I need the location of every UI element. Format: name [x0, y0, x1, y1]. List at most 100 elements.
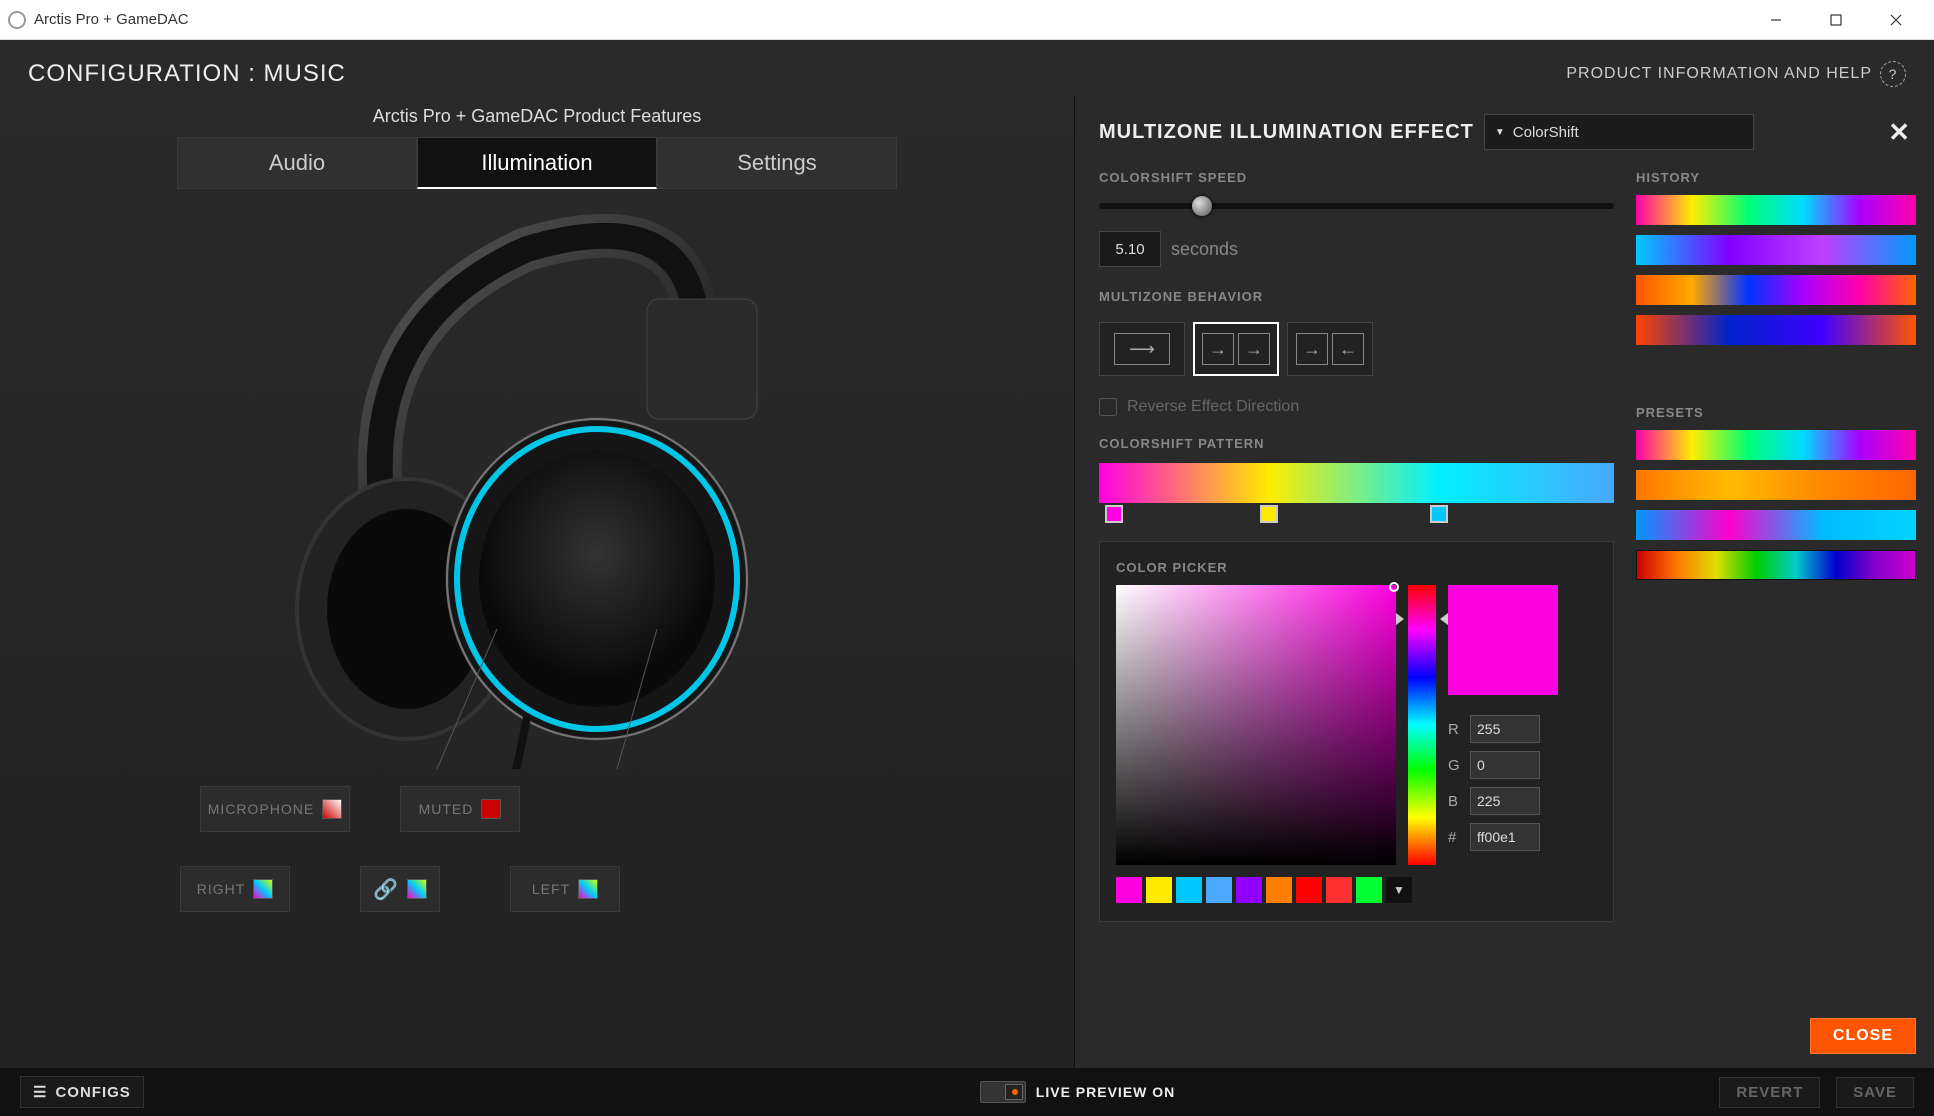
tab-illumination[interactable]: Illumination: [417, 137, 657, 189]
swatch[interactable]: [1146, 877, 1172, 903]
picker-label: COLOR PICKER: [1116, 560, 1597, 575]
behavior-opposite[interactable]: → ←: [1287, 322, 1373, 376]
history-swatch[interactable]: [1636, 235, 1916, 265]
speed-label: COLORSHIFT SPEED: [1099, 170, 1614, 185]
b-label: B: [1448, 793, 1462, 810]
panel-title: MULTIZONE ILLUMINATION EFFECT: [1099, 121, 1474, 144]
revert-button[interactable]: REVERT: [1719, 1077, 1820, 1108]
effect-selected: ColorShift: [1513, 124, 1579, 141]
app-footer: ☰ CONFIGS LIVE PREVIEW ON REVERT SAVE: [0, 1068, 1934, 1116]
preset-swatch[interactable]: [1636, 510, 1916, 540]
arrow-right-long-icon: ⟶: [1114, 333, 1170, 365]
zone-muted-swatch: [481, 799, 501, 819]
swatch[interactable]: [1326, 877, 1352, 903]
pattern-label: COLORSHIFT PATTERN: [1099, 436, 1614, 451]
checkbox-icon: [1099, 398, 1117, 416]
b-input[interactable]: [1470, 787, 1540, 815]
window-title: Arctis Pro + GameDAC: [34, 11, 189, 28]
app-logo-icon: [8, 11, 26, 29]
swatch[interactable]: [1296, 877, 1322, 903]
saturation-value-area[interactable]: [1116, 585, 1396, 865]
zone-left-swatch: [578, 879, 598, 899]
live-preview-label: LIVE PREVIEW ON: [1036, 1084, 1175, 1100]
g-label: G: [1448, 757, 1462, 774]
reverse-label: Reverse Effect Direction: [1127, 398, 1299, 416]
hex-input[interactable]: [1470, 823, 1540, 851]
speed-value-input[interactable]: 5.10: [1099, 231, 1161, 267]
close-panel-icon[interactable]: ✕: [1882, 117, 1916, 148]
speed-slider[interactable]: [1099, 203, 1614, 209]
sv-cursor[interactable]: [1389, 582, 1399, 592]
feature-tabs: Audio Illumination Settings: [177, 137, 897, 189]
history-label: HISTORY: [1636, 170, 1916, 185]
swatch[interactable]: [1266, 877, 1292, 903]
swatch[interactable]: [1206, 877, 1232, 903]
save-button[interactable]: SAVE: [1836, 1077, 1914, 1108]
effect-dropdown[interactable]: ▼ ColorShift: [1484, 114, 1754, 150]
tab-settings[interactable]: Settings: [657, 137, 897, 189]
close-window-button[interactable]: [1866, 1, 1926, 39]
history-swatch[interactable]: [1636, 195, 1916, 225]
swatch-more-icon[interactable]: ▼: [1386, 877, 1412, 903]
zone-right-label: RIGHT: [197, 881, 246, 897]
hue-cursor[interactable]: [1402, 613, 1442, 623]
reverse-direction-checkbox[interactable]: Reverse Effect Direction: [1099, 398, 1614, 416]
r-input[interactable]: [1470, 715, 1540, 743]
app-header: CONFIGURATION : MUSIC PRODUCT INFORMATIO…: [0, 40, 1934, 96]
tab-audio[interactable]: Audio: [177, 137, 417, 189]
zone-muted[interactable]: MUTED: [400, 786, 520, 832]
help-link-label: PRODUCT INFORMATION AND HELP: [1566, 65, 1872, 83]
swatch[interactable]: [1356, 877, 1382, 903]
zone-right[interactable]: RIGHT: [180, 866, 290, 912]
arrow-right-icon: →: [1296, 333, 1328, 365]
link-icon: 🔗: [373, 877, 399, 902]
configs-button[interactable]: ☰ CONFIGS: [20, 1076, 144, 1108]
illumination-effect-panel: MULTIZONE ILLUMINATION EFFECT ▼ ColorShi…: [1074, 96, 1934, 1068]
minimize-button[interactable]: [1746, 1, 1806, 39]
arrow-right-icon: →: [1238, 333, 1270, 365]
behavior-sync[interactable]: ⟶: [1099, 322, 1185, 376]
behavior-label: MULTIZONE BEHAVIOR: [1099, 289, 1614, 304]
speed-slider-thumb[interactable]: [1192, 196, 1212, 216]
behavior-same-direction[interactable]: → →: [1193, 322, 1279, 376]
arrow-left-icon: ←: [1332, 333, 1364, 365]
help-link[interactable]: PRODUCT INFORMATION AND HELP ?: [1566, 61, 1906, 87]
configs-label: CONFIGS: [55, 1084, 130, 1101]
zone-microphone[interactable]: MICROPHONE: [200, 786, 350, 832]
g-input[interactable]: [1470, 751, 1540, 779]
zone-link[interactable]: 🔗: [360, 866, 440, 912]
toggle-icon: [980, 1081, 1026, 1103]
recent-swatches: ▼: [1116, 877, 1597, 903]
list-icon: ☰: [33, 1083, 47, 1101]
r-label: R: [1448, 721, 1462, 738]
zone-microphone-label: MICROPHONE: [208, 801, 314, 817]
history-swatch[interactable]: [1636, 315, 1916, 345]
live-preview-toggle[interactable]: LIVE PREVIEW ON: [980, 1081, 1175, 1103]
history-swatch[interactable]: [1636, 275, 1916, 305]
pattern-stop-2[interactable]: [1260, 505, 1278, 523]
hue-slider[interactable]: [1408, 585, 1436, 865]
preset-swatch[interactable]: [1636, 430, 1916, 460]
colorshift-pattern[interactable]: [1099, 463, 1614, 503]
pattern-stop-1[interactable]: [1105, 505, 1123, 523]
color-picker: COLOR PICKER R: [1099, 541, 1614, 922]
preset-swatch[interactable]: [1636, 470, 1916, 500]
preset-swatch[interactable]: [1636, 550, 1916, 580]
pattern-stop-3[interactable]: [1430, 505, 1448, 523]
swatch[interactable]: [1236, 877, 1262, 903]
product-features-label: Arctis Pro + GameDAC Product Features: [373, 106, 702, 127]
window-titlebar: Arctis Pro + GameDAC: [0, 0, 1934, 40]
speed-unit: seconds: [1171, 239, 1238, 260]
zone-left[interactable]: LEFT: [510, 866, 620, 912]
close-button[interactable]: CLOSE: [1810, 1018, 1916, 1054]
chevron-down-icon: ▼: [1495, 127, 1505, 138]
zone-left-label: LEFT: [532, 881, 570, 897]
product-panel: Arctis Pro + GameDAC Product Features Au…: [0, 96, 1074, 1068]
maximize-button[interactable]: [1806, 1, 1866, 39]
zone-link-swatch: [407, 879, 427, 899]
help-icon: ?: [1880, 61, 1906, 87]
zone-microphone-swatch: [322, 799, 342, 819]
swatch[interactable]: [1116, 877, 1142, 903]
swatch[interactable]: [1176, 877, 1202, 903]
presets-label: PRESETS: [1636, 405, 1916, 420]
